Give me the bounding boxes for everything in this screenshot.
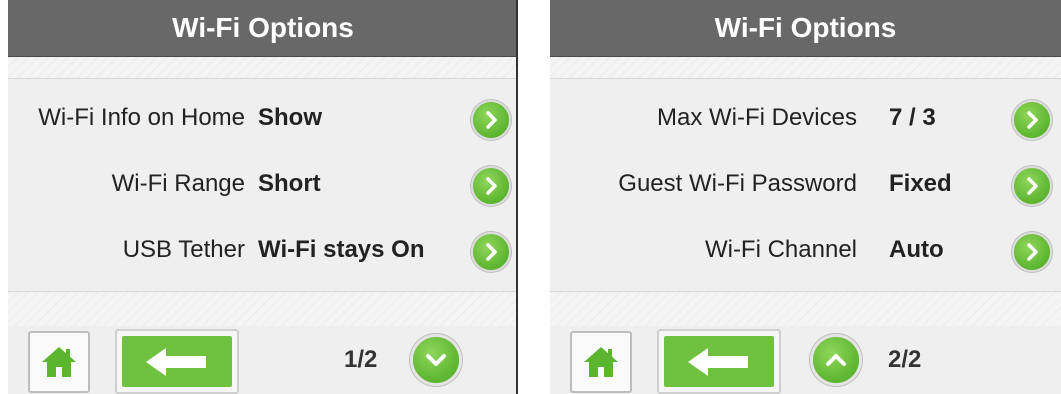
chevron-down-icon bbox=[426, 354, 446, 366]
bottom-spacer bbox=[550, 291, 1061, 327]
arrow-left-icon bbox=[146, 348, 206, 376]
next-page-button[interactable] bbox=[410, 334, 462, 386]
previous-page-button[interactable] bbox=[810, 334, 862, 386]
setting-row-max-wifi-devices[interactable]: Max Wi-Fi Devices 7 / 3 bbox=[550, 88, 1061, 148]
top-spacer bbox=[8, 57, 518, 79]
setting-row-wifi-range[interactable]: Wi-Fi Range Short bbox=[8, 154, 518, 214]
home-icon bbox=[42, 347, 76, 377]
chevron-up-icon bbox=[826, 354, 846, 366]
settings-list: Wi-Fi Info on Home Show Wi-Fi Range Shor… bbox=[8, 79, 518, 291]
setting-label: Wi-Fi Info on Home bbox=[38, 104, 245, 131]
setting-label: Max Wi-Fi Devices bbox=[656, 104, 857, 131]
setting-value: 7 / 3 bbox=[889, 104, 936, 131]
chevron-right-icon bbox=[1027, 177, 1038, 195]
page-title: Wi-Fi Options bbox=[550, 0, 1061, 57]
setting-label: USB Tether bbox=[122, 236, 245, 263]
chevron-right-icon bbox=[486, 243, 497, 261]
wifi-options-screen-page-2: Wi-Fi Options Max Wi-Fi Devices 7 / 3 Gu… bbox=[550, 0, 1061, 394]
back-button-face bbox=[664, 336, 774, 387]
back-button[interactable] bbox=[657, 329, 781, 394]
chevron-right-icon bbox=[486, 111, 497, 129]
setting-row-wifi-info-on-home[interactable]: Wi-Fi Info on Home Show bbox=[8, 88, 518, 148]
chevron-right-icon bbox=[486, 177, 497, 195]
home-button[interactable] bbox=[28, 331, 90, 393]
page-indicator: 1/2 bbox=[344, 346, 378, 373]
wifi-options-screen-page-1: Wi-Fi Options Wi-Fi Info on Home Show Wi… bbox=[8, 0, 518, 394]
chevron-right-icon bbox=[1027, 111, 1038, 129]
wifi-channel-button[interactable] bbox=[1012, 232, 1052, 272]
setting-value: Wi-Fi stays On bbox=[258, 236, 425, 263]
max-wifi-devices-button[interactable] bbox=[1012, 100, 1052, 140]
wifi-info-on-home-button[interactable] bbox=[471, 100, 511, 140]
chevron-right-icon bbox=[1027, 243, 1038, 261]
page-title: Wi-Fi Options bbox=[8, 0, 518, 57]
guest-wifi-password-button[interactable] bbox=[1012, 166, 1052, 206]
page-indicator: 2/2 bbox=[888, 346, 922, 373]
top-spacer bbox=[550, 57, 1061, 79]
wifi-range-button[interactable] bbox=[471, 166, 511, 206]
setting-value: Show bbox=[258, 104, 322, 131]
bottom-nav-bar: 1/2 bbox=[8, 326, 518, 394]
bottom-nav-bar: 2/2 bbox=[550, 326, 1061, 394]
usb-tether-button[interactable] bbox=[471, 232, 511, 272]
back-button-face bbox=[122, 336, 232, 387]
screen-border-right bbox=[516, 0, 518, 394]
setting-row-usb-tether[interactable]: USB Tether Wi-Fi stays On bbox=[8, 220, 518, 280]
back-button[interactable] bbox=[115, 329, 239, 394]
home-button[interactable] bbox=[570, 331, 632, 393]
setting-label: Wi-Fi Channel bbox=[704, 236, 857, 263]
setting-row-guest-wifi-password[interactable]: Guest Wi-Fi Password Fixed bbox=[550, 154, 1061, 214]
setting-label: Guest Wi-Fi Password bbox=[618, 170, 857, 197]
setting-value: Short bbox=[258, 170, 321, 197]
setting-value: Auto bbox=[889, 236, 944, 263]
setting-label: Wi-Fi Range bbox=[111, 170, 245, 197]
setting-value: Fixed bbox=[889, 170, 952, 197]
arrow-left-icon bbox=[688, 348, 748, 376]
home-icon bbox=[584, 347, 618, 377]
setting-row-wifi-channel[interactable]: Wi-Fi Channel Auto bbox=[550, 220, 1061, 280]
settings-list: Max Wi-Fi Devices 7 / 3 Guest Wi-Fi Pass… bbox=[550, 79, 1061, 291]
bottom-spacer bbox=[8, 291, 518, 327]
